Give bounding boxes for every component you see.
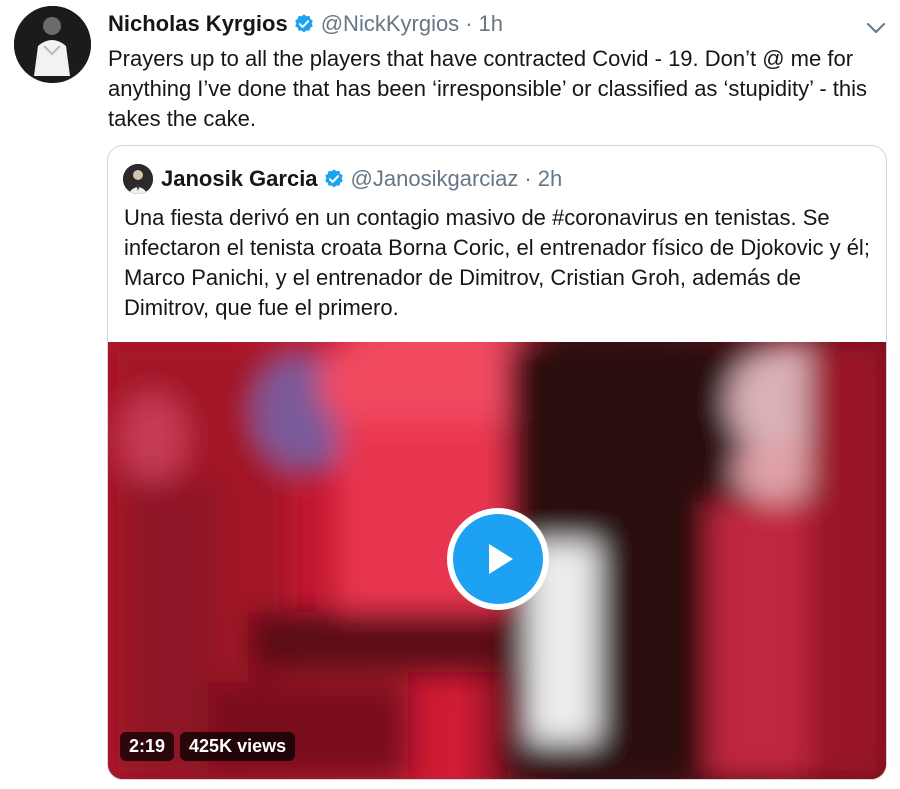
tweet-text: Prayers up to all the players that have …	[108, 46, 867, 131]
tweet-header: Nicholas Kyrgios @NickKyrgios · 1h	[108, 10, 503, 38]
video-badges: 2:19 425K views	[120, 732, 296, 761]
chevron-down-icon[interactable]	[864, 16, 888, 40]
quoted-tweet[interactable]: Janosik Garcia @Janosikgarciaz · 2h Una …	[107, 145, 887, 780]
quoted-tweet-text: Una fiesta derivó en un contagio masivo …	[124, 205, 870, 320]
author-handle[interactable]: @NickKyrgios	[321, 11, 459, 37]
quoted-author-name[interactable]: Janosik Garcia	[161, 166, 318, 192]
quoted-author-avatar[interactable]	[123, 164, 153, 194]
separator-dot: ·	[465, 11, 473, 36]
play-icon	[453, 514, 543, 604]
verified-badge-icon	[293, 13, 315, 35]
quoted-author-handle[interactable]: @Janosikgarciaz	[351, 166, 519, 192]
quoted-header: Janosik Garcia @Janosikgarciaz · 2h	[161, 164, 562, 194]
video-view-count: 425K views	[180, 732, 296, 761]
play-button[interactable]	[447, 508, 549, 610]
tweet[interactable]: Nicholas Kyrgios @NickKyrgios · 1h Praye…	[0, 0, 900, 789]
video-player[interactable]: 2:19 425K views	[108, 342, 886, 779]
tweet-timestamp[interactable]: 1h	[479, 11, 503, 37]
quoted-timestamp[interactable]: 2h	[538, 166, 562, 192]
video-duration: 2:19	[120, 732, 175, 761]
separator-dot: ·	[524, 166, 532, 191]
author-name[interactable]: Nicholas Kyrgios	[108, 11, 288, 37]
author-avatar[interactable]	[14, 6, 91, 83]
verified-badge-icon	[323, 168, 345, 190]
